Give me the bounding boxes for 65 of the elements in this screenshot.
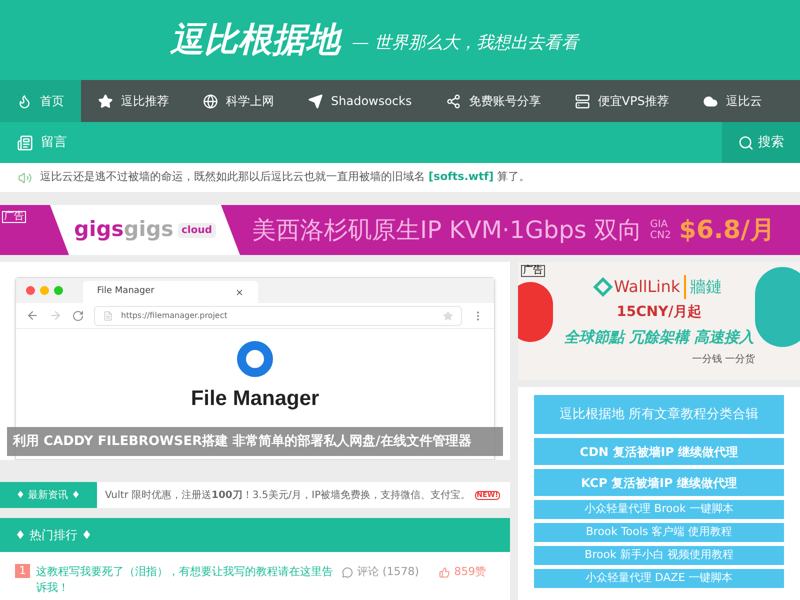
back-arrow-icon (26, 309, 39, 322)
news-title: ♦ 最新资讯 ♦ (0, 482, 97, 508)
nav-item[interactable]: 留言 (0, 122, 84, 163)
ad-motto: 一分钱 一分货 (692, 352, 755, 367)
nav-item[interactable]: 便宜VPS推荐 (558, 80, 686, 122)
category-link[interactable]: 小众轻量代理 Brook 一键脚本 (534, 500, 784, 519)
ad-slogan: 全球節點 冗餘架構 高速接入 (564, 327, 754, 348)
balloon-drawing (518, 282, 553, 342)
search-button[interactable]: 搜索 (722, 122, 800, 163)
comment-count: 评论 (1578) (342, 564, 420, 580)
category-link[interactable]: Brook 新手小白 视频使用教程 (534, 546, 784, 565)
ring-logo-icon (237, 341, 273, 377)
message-board-icon (17, 134, 33, 150)
search-icon (738, 134, 754, 150)
nav-item[interactable]: 逗比推荐 (81, 80, 186, 122)
side-ad[interactable]: 广告 WallLink 牆鏈 15CNY/月起 全球節點 冗餘架構 高速接入 一分钱 一分货 (518, 262, 800, 380)
article-link[interactable]: 这教程写我要死了（泪指），有想要让我写的教程请在这里告诉我！ (36, 564, 336, 596)
ad-brand: gigsgigs (74, 216, 174, 244)
ad-headline: 美西洛杉矶原生IP KVM·1Gbps 双向 (252, 215, 642, 246)
category-link[interactable]: CDN 复活被墙IP 继续做代理 (534, 438, 784, 465)
star-icon (443, 310, 453, 320)
ad-brand-cn: 牆鏈 (684, 275, 722, 300)
comment-icon (342, 566, 353, 578)
category-link[interactable]: 小众轻量代理 DAZE 一键脚本 (534, 569, 784, 588)
close-icon (235, 288, 244, 296)
paper-plane-icon (308, 94, 323, 108)
slider-caption: 利用 CADDY FILEBROWSER搭建 非常简单的部署私人网盘/在线文件管理器 (7, 427, 503, 456)
site-slogan: — 世界那么大，我想出去看看 (352, 32, 578, 56)
flame-icon (17, 94, 32, 108)
thumbs-up-icon (439, 566, 450, 578)
nav-item[interactable]: 免费账号分享 (428, 80, 558, 122)
ad-price: $6.8/月 (678, 214, 775, 246)
network-label: GIA CN2 (650, 219, 671, 241)
reload-icon (72, 310, 84, 322)
address-bar: https://filemanager.project (94, 306, 462, 326)
forward-arrow-icon (49, 309, 62, 322)
ad-brand: WallLink (614, 276, 680, 298)
news-text[interactable]: Vultr 限时优惠，注册送100刀！3.5美元/月，IP被墙免费换，支持微信、支付宝。 (105, 488, 471, 502)
ad-price: 15CNY/月起 (616, 303, 702, 322)
category-link[interactable]: 逗比根据地 所有文章教程分类合辑 (534, 395, 784, 434)
site-logo[interactable]: 逗比根据地 (170, 14, 340, 66)
star-icon (98, 94, 113, 108)
hot-title: ♦ 热门排行 ♦ (15, 527, 92, 544)
page-heading: File Manager (190, 386, 320, 412)
rank-badge: 1 (15, 564, 30, 578)
page-icon (103, 310, 113, 320)
nav-item[interactable]: 科学上网 (186, 80, 291, 122)
speaker-icon (18, 170, 32, 184)
server-icon (574, 94, 590, 108)
share-icon (446, 94, 461, 108)
ad-brand-sub: cloud (178, 222, 216, 238)
nav-item[interactable]: Shadowsocks (291, 80, 429, 122)
walllink-logo-icon (592, 277, 613, 298)
nav-item[interactable]: 首页 (0, 80, 81, 122)
globe-icon (203, 94, 218, 108)
category-link[interactable]: Brook Tools 客户端 使用教程 (534, 523, 784, 542)
like-count: 859赞 (439, 564, 486, 580)
browser-tab: File Manager (83, 281, 258, 303)
slider-panel[interactable]: File Manager https://filemanager.project File Manager 利用 CADDY FILEBROWSER搭建 非常简单的部署私人网盘/在线文件管理器 (0, 262, 510, 460)
category-link[interactable]: KCP 复活被墙IP 继续做代理 (534, 469, 784, 496)
ad-label: 广告 (521, 265, 545, 277)
cloud-icon (702, 94, 718, 108)
nav-item[interactable]: 逗比云 (686, 80, 779, 122)
notice-text: 逗比云还是逃不过被墙的命运，既然如此那以后逗比云也就一直用被墙的旧域名 [softs.wtf] 算了。 (40, 169, 530, 186)
notice-link[interactable]: [softs.wtf] (428, 170, 494, 184)
